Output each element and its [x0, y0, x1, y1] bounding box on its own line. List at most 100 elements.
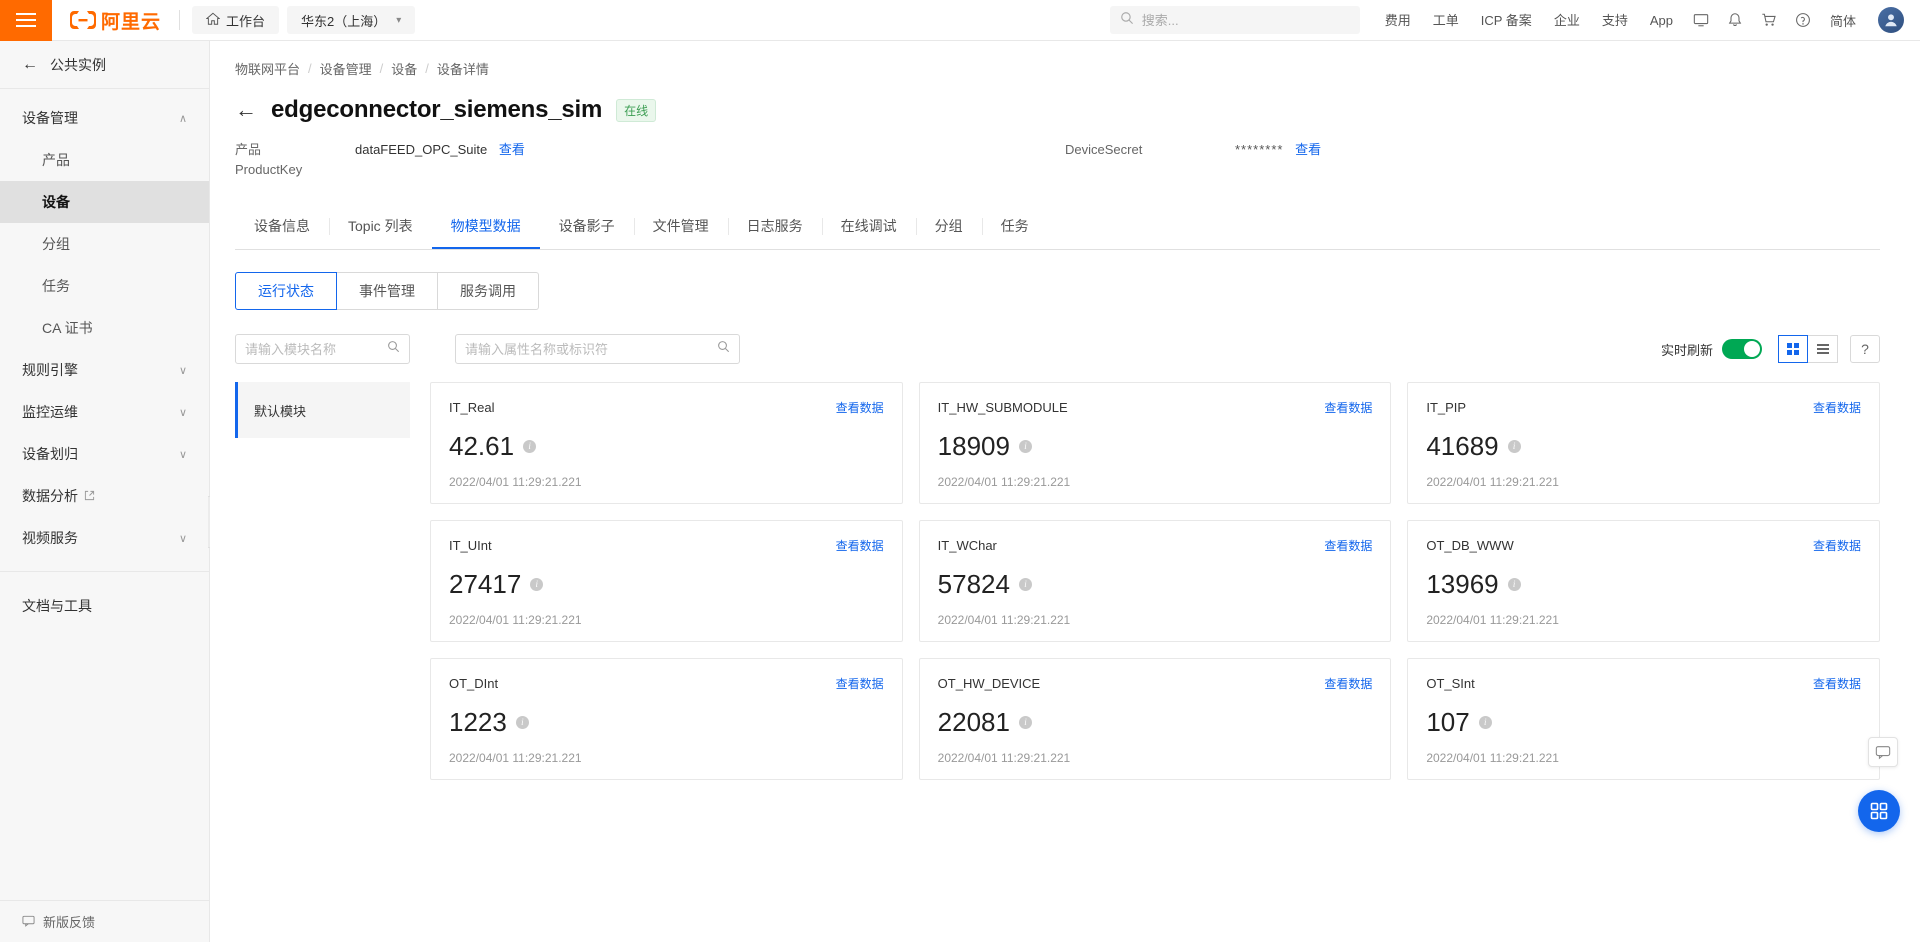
property-search-input[interactable]	[465, 341, 717, 357]
info-icon[interactable]: i	[1507, 577, 1521, 591]
language-selector[interactable]: 简体	[1820, 11, 1866, 30]
grid-view-icon[interactable]	[1778, 335, 1808, 363]
search-icon	[1120, 11, 1134, 30]
info-icon[interactable]: i	[523, 439, 537, 453]
sidebar-item-label: 任务	[42, 278, 70, 294]
tab-online-debug[interactable]: 在线调试	[821, 206, 916, 249]
breadcrumb-item-iot-platform[interactable]: 物联网平台	[235, 59, 300, 78]
info-icon[interactable]: i	[530, 577, 544, 591]
nav-link-fees[interactable]: 费用	[1374, 0, 1422, 41]
breadcrumb-item-device-management[interactable]: 设备管理	[320, 59, 372, 78]
property-search-box[interactable]	[455, 334, 740, 364]
tab-tasks[interactable]: 任务	[981, 206, 1048, 249]
user-avatar[interactable]	[1878, 7, 1904, 33]
property-name: IT_PIP	[1426, 400, 1467, 415]
info-icon[interactable]: i	[1018, 715, 1032, 729]
property-card[interactable]: IT_HW_SUBMODULE 查看数据 18909 i 2022/04/01 …	[918, 382, 1392, 504]
subtab-service-invocation[interactable]: 服务调用	[438, 272, 539, 310]
sidebar-group-device-management[interactable]: 设备管理 ∧	[0, 97, 209, 139]
tab-log-service[interactable]: 日志服务	[727, 206, 822, 249]
sidebar-item-docs-and-tools[interactable]: 文档与工具	[0, 585, 209, 627]
cart-icon[interactable]	[1752, 0, 1786, 41]
tab-device-info[interactable]: 设备信息	[235, 206, 329, 249]
info-icon[interactable]: i	[1478, 715, 1492, 729]
module-item-default[interactable]: 默认模块	[235, 382, 410, 438]
view-data-link[interactable]: 查看数据	[1813, 537, 1861, 554]
nav-link-app[interactable]: App	[1639, 0, 1684, 41]
screen-icon[interactable]	[1684, 0, 1718, 41]
sidebar-back-public-instance[interactable]: ← 公共实例	[0, 41, 209, 89]
property-card[interactable]: OT_DInt 查看数据 1223 i 2022/04/01 11:29:21.…	[430, 658, 903, 780]
tab-tsl-data[interactable]: 物模型数据	[431, 206, 540, 249]
property-card[interactable]: IT_UInt 查看数据 27417 i 2022/04/01 11:29:21…	[430, 520, 903, 642]
product-view-link[interactable]: 查看	[499, 142, 525, 157]
view-data-link[interactable]: 查看数据	[836, 537, 884, 554]
view-data-link[interactable]: 查看数据	[1324, 537, 1372, 554]
property-card[interactable]: IT_PIP 查看数据 41689 i 2022/04/01 11:29:21.…	[1407, 382, 1880, 504]
sidebar-item-tasks[interactable]: 任务	[0, 265, 209, 307]
search-icon[interactable]	[717, 340, 730, 358]
sidebar-item-ca-certificates[interactable]: CA 证书	[0, 307, 209, 349]
aliyun-logo[interactable]: 阿里云	[52, 0, 175, 41]
hamburger-menu-icon[interactable]	[0, 0, 52, 41]
external-link-icon	[84, 488, 95, 504]
nav-link-icp[interactable]: ICP 备案	[1470, 0, 1543, 41]
view-data-link[interactable]: 查看数据	[836, 675, 884, 692]
info-icon[interactable]: i	[515, 715, 529, 729]
property-timestamp: 2022/04/01 11:29:21.221	[937, 750, 1071, 765]
info-icon[interactable]: i	[1018, 439, 1032, 453]
workbench-button[interactable]: 工作台	[192, 6, 280, 34]
app-grid-icon[interactable]	[1858, 790, 1900, 832]
back-arrow-icon[interactable]: ←	[235, 99, 257, 121]
devicesecret-view-link[interactable]: 查看	[1295, 142, 1321, 157]
realtime-refresh-toggle[interactable]	[1722, 339, 1762, 359]
subtab-running-status[interactable]: 运行状态	[235, 272, 337, 310]
tab-groups[interactable]: 分组	[915, 206, 982, 249]
home-icon	[205, 12, 221, 29]
nav-link-tickets[interactable]: 工单	[1422, 0, 1470, 41]
view-data-link[interactable]: 查看数据	[836, 399, 884, 416]
info-icon[interactable]: i	[1507, 439, 1521, 453]
sidebar-group-video-service[interactable]: 视频服务 ∨	[0, 517, 209, 559]
chat-bubble-icon[interactable]	[1868, 737, 1898, 767]
view-data-link[interactable]: 查看数据	[1813, 675, 1861, 692]
nav-link-support[interactable]: 支持	[1591, 0, 1639, 41]
view-data-link[interactable]: 查看数据	[1324, 399, 1372, 416]
sidebar-group-monitoring[interactable]: 监控运维 ∨	[0, 391, 209, 433]
help-button[interactable]: ?	[1850, 335, 1880, 363]
tab-file-management[interactable]: 文件管理	[633, 206, 728, 249]
view-data-link[interactable]: 查看数据	[1813, 399, 1861, 416]
tab-device-shadow[interactable]: 设备影子	[540, 206, 634, 249]
sidebar-group-rules-engine[interactable]: 规则引擎 ∨	[0, 349, 209, 391]
sidebar-item-devices[interactable]: 设备	[0, 181, 209, 223]
product-value-text: dataFEED_OPC_Suite	[355, 142, 488, 157]
devicesecret-masked: ********	[1235, 142, 1284, 157]
property-card[interactable]: OT_DB_WWW 查看数据 13969 i 2022/04/01 11:29:…	[1407, 520, 1880, 642]
search-icon[interactable]	[387, 340, 400, 358]
subtab-event-management[interactable]: 事件管理	[337, 272, 438, 310]
global-search-input[interactable]	[1141, 12, 1350, 28]
bell-icon[interactable]	[1718, 0, 1752, 41]
question-icon[interactable]	[1786, 0, 1820, 41]
list-view-icon[interactable]	[1808, 335, 1838, 363]
tab-topic-list[interactable]: Topic 列表	[329, 206, 432, 249]
module-search-box[interactable]	[235, 334, 410, 364]
module-search-input[interactable]	[245, 341, 387, 357]
region-selector[interactable]: 华东2（上海） ▾	[287, 6, 416, 34]
property-value: 41689	[1426, 430, 1499, 461]
sidebar-item-products[interactable]: 产品	[0, 139, 209, 181]
property-card[interactable]: IT_Real 查看数据 42.61 i 2022/04/01 11:29:21…	[430, 382, 903, 504]
sidebar-item-groups[interactable]: 分组	[0, 223, 209, 265]
property-card[interactable]: OT_HW_DEVICE 查看数据 22081 i 2022/04/01 11:…	[918, 658, 1392, 780]
property-card[interactable]: IT_WChar 查看数据 57824 i 2022/04/01 11:29:2…	[918, 520, 1392, 642]
global-search[interactable]	[1109, 6, 1360, 34]
property-card[interactable]: OT_SInt 查看数据 107 i 2022/04/01 11:29:21.2…	[1407, 658, 1880, 780]
sidebar-group-device-assignment[interactable]: 设备划归 ∨	[0, 433, 209, 475]
view-data-link[interactable]: 查看数据	[1324, 675, 1372, 692]
info-icon[interactable]: i	[1018, 577, 1032, 591]
feedback-icon	[22, 914, 35, 930]
nav-link-enterprise[interactable]: 企业	[1543, 0, 1591, 41]
breadcrumb-item-devices[interactable]: 设备	[391, 59, 417, 78]
sidebar-item-data-analysis[interactable]: 数据分析	[0, 475, 209, 517]
sidebar-feedback[interactable]: 新版反馈	[0, 900, 209, 942]
